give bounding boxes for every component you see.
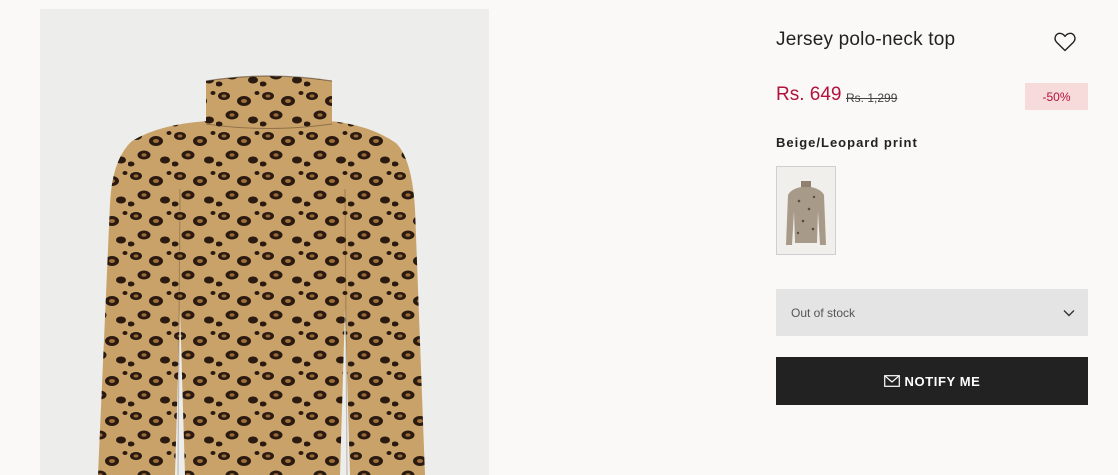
mail-icon [883,375,900,387]
size-select-value: Out of stock [791,306,856,320]
heart-icon[interactable] [1053,30,1077,54]
product-details: Jersey polo-neck top Rs. 649 Rs. 1,299 -… [776,0,1088,475]
product-title: Jersey polo-neck top [776,29,956,50]
notify-me-button[interactable]: NOTIFY ME [776,357,1088,405]
notify-me-label: NOTIFY ME [904,373,981,389]
discount-badge: -50% [1025,83,1088,110]
price-old: Rs. 1,299 [846,91,898,105]
chevron-down-icon [1062,306,1076,320]
price-row: Rs. 649 Rs. 1,299 -50% [776,83,1088,112]
size-select[interactable]: Out of stock [776,289,1088,336]
swatch-thumbnail [786,180,826,245]
product-image[interactable] [40,9,489,475]
color-swatch-beige-leopard[interactable] [776,166,836,255]
color-name: Beige/Leopard print [776,135,918,150]
price-current: Rs. 649 [776,84,842,105]
